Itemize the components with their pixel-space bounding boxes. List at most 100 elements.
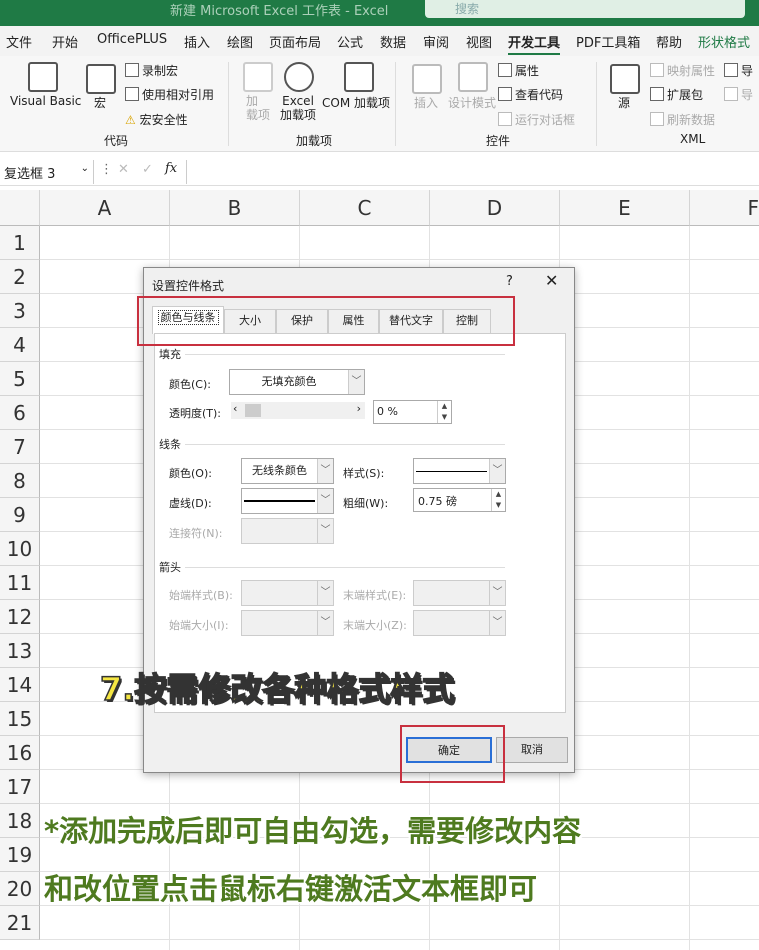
column-header-D[interactable]: D [430,190,560,226]
addins-button[interactable]: 加 载项 [246,94,270,122]
insert-function-icon[interactable]: fx [165,161,177,176]
name-box[interactable]: 复选框 3 ⌄ [0,160,94,184]
help-button[interactable]: ? [506,274,513,289]
end-size-label: 末端大小(Z): [343,619,407,632]
weight-input[interactable]: 0.75 磅 ▲ ▼ [413,488,506,512]
chevron-left-icon[interactable]: ‹ [233,402,237,415]
com-addins-button[interactable]: COM 加载项 [322,94,390,111]
row-header-2[interactable]: 2 [0,260,40,294]
end-style-select[interactable]: ﹀ [413,580,506,606]
tab-page-layout[interactable]: 页面布局 [269,32,321,51]
begin-size-label: 始端大小(I): [169,619,229,632]
formula-input[interactable] [186,160,759,184]
row-header-18[interactable]: 18 [0,804,40,838]
connector-select[interactable]: ﹀ [241,518,334,544]
expansion-packs-button[interactable]: 扩展包 [650,86,703,103]
search-placeholder: 搜索 [455,2,480,16]
chevron-down-icon: ﹀ [317,581,333,605]
row-header-15[interactable]: 15 [0,702,40,736]
title-bar: 新建 Microsoft Excel 工作表 - Excel 搜索 [0,0,759,26]
row-header-14[interactable]: 14 [0,668,40,702]
row-header-1[interactable]: 1 [0,226,40,260]
spinner-icon[interactable]: ▲ ▼ [437,401,451,423]
tab-pdf-tools[interactable]: PDF工具箱 [576,32,640,51]
record-macro-button[interactable]: 录制宏 [125,62,178,79]
row-header-21[interactable]: 21 [0,906,40,940]
line-color-select[interactable]: 无线条颜色 ﹀ [241,458,334,484]
tab-formulas[interactable]: 公式 [337,32,363,51]
row-header-12[interactable]: 12 [0,600,40,634]
row-header-3[interactable]: 3 [0,294,40,328]
begin-style-select[interactable]: ﹀ [241,580,334,606]
transparency-slider[interactable]: ‹ › [231,402,365,419]
visual-basic-button[interactable]: Visual Basic [10,94,81,108]
relative-reference-button[interactable]: 使用相对引用 [125,86,214,103]
refresh-data-icon [650,112,664,126]
cancel-icon[interactable]: ✕ [118,162,129,177]
column-header-E[interactable]: E [560,190,690,226]
slider-thumb[interactable] [245,404,261,417]
select-all-corner[interactable] [0,190,40,226]
row-header-19[interactable]: 19 [0,838,40,872]
row-header-11[interactable]: 11 [0,566,40,600]
tab-shape-format[interactable]: 形状格式 [698,32,750,51]
source-button[interactable]: 源 [618,94,630,111]
import-button[interactable]: 导 [724,62,753,79]
close-button[interactable]: ✕ [545,271,558,290]
row-header-9[interactable]: 9 [0,498,40,532]
chevron-down-icon: ﹀ [317,611,333,635]
spinner-icon[interactable]: ▲ ▼ [491,489,505,511]
end-size-select[interactable]: ﹀ [413,610,506,636]
tab-help[interactable]: 帮助 [656,32,682,51]
export-button[interactable]: 导 [724,86,753,103]
ribbon-tabs: 文件 开始 OfficePLUS 插入 绘图 页面布局 公式 数据 审阅 视图 … [0,26,759,56]
tab-data[interactable]: 数据 [380,32,406,51]
tab-draw[interactable]: 绘图 [227,32,253,51]
row-header-4[interactable]: 4 [0,328,40,362]
column-header-C[interactable]: C [300,190,430,226]
gear-icon [284,62,314,92]
design-mode-icon [458,62,488,92]
column-header-A[interactable]: A [40,190,170,226]
gridline [40,803,759,804]
tab-officeplus[interactable]: OfficePLUS [97,32,167,47]
cancel-button[interactable]: 取消 [496,737,568,763]
row-header-16[interactable]: 16 [0,736,40,770]
insert-control-button[interactable]: 插入 [414,94,438,111]
fill-color-select[interactable]: 无填充颜色 ﹀ [229,369,365,395]
macro-security-button[interactable]: ⚠ 宏安全性 [125,111,188,128]
tab-insert[interactable]: 插入 [184,32,210,51]
line-style-select[interactable]: ﹀ [413,458,506,484]
row-header-5[interactable]: 5 [0,362,40,396]
search-box[interactable]: 搜索 [425,0,745,18]
transparency-input[interactable]: 0 % ▲ ▼ [373,400,452,424]
dash-select[interactable]: ﹀ [241,488,334,514]
view-code-button[interactable]: 查看代码 [498,86,563,103]
map-properties-button[interactable]: 映射属性 [650,62,715,79]
refresh-data-button[interactable]: 刷新数据 [650,111,715,128]
excel-addins-button[interactable]: Excel 加载项 [280,94,316,122]
tab-developer[interactable]: 开发工具 [508,32,561,55]
run-dialog-button[interactable]: 运行对话框 [498,111,575,128]
tab-review[interactable]: 审阅 [423,32,449,51]
row-header-20[interactable]: 20 [0,872,40,906]
properties-button[interactable]: 属性 [498,62,539,79]
row-header-17[interactable]: 17 [0,770,40,804]
begin-size-select[interactable]: ﹀ [241,610,334,636]
column-header-F[interactable]: F [690,190,759,226]
tab-file[interactable]: 文件 [6,32,32,51]
chevron-right-icon[interactable]: › [357,402,361,415]
end-style-label: 末端样式(E): [343,589,407,602]
row-header-6[interactable]: 6 [0,396,40,430]
macro-icon [86,64,116,94]
row-header-13[interactable]: 13 [0,634,40,668]
enter-icon[interactable]: ✓ [142,162,153,177]
row-header-7[interactable]: 7 [0,430,40,464]
tab-view[interactable]: 视图 [466,32,492,51]
tab-home[interactable]: 开始 [52,32,78,51]
row-header-10[interactable]: 10 [0,532,40,566]
design-mode-button[interactable]: 设计模式 [448,94,496,111]
macros-button[interactable]: 宏 [94,94,106,111]
column-header-B[interactable]: B [170,190,300,226]
row-header-8[interactable]: 8 [0,464,40,498]
